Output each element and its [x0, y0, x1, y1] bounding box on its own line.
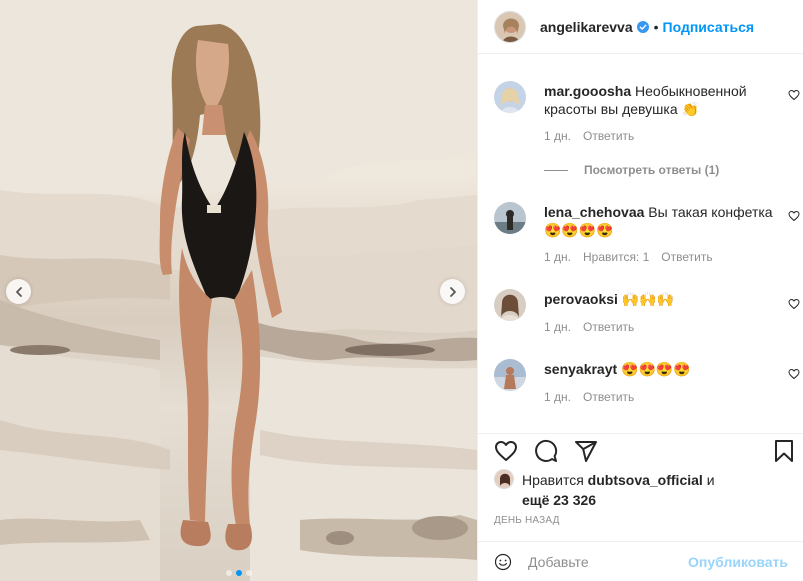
reply-button[interactable]: Ответить	[583, 129, 634, 143]
comment-likes-count[interactable]: Нравится: 1	[583, 250, 649, 264]
commenter-avatar[interactable]	[494, 81, 526, 113]
comment-like-heart-icon[interactable]	[788, 298, 800, 310]
likes-prefix: Нравится	[522, 472, 584, 488]
commenter-avatar[interactable]	[494, 202, 526, 234]
view-replies-button[interactable]: Посмотреть ответы (1)	[544, 163, 719, 177]
add-comment-bar: Опубликовать	[478, 541, 803, 581]
comment-like-heart-icon[interactable]	[788, 210, 800, 222]
carousel-dot-active	[236, 570, 242, 576]
reply-button[interactable]: Ответить	[583, 390, 634, 404]
likes-count[interactable]: ещё 23 326	[522, 492, 596, 508]
comment-body: perovaoksi 🙌🙌🙌	[544, 290, 780, 308]
heart-icon[interactable]	[494, 439, 518, 463]
comment-like-heart-icon[interactable]	[788, 89, 800, 101]
comment-text: 🙌🙌🙌	[621, 291, 675, 307]
view-replies-line	[544, 169, 568, 171]
carousel-next-button[interactable]	[440, 279, 465, 304]
comment-like-heart-icon[interactable]	[788, 368, 800, 380]
carousel-prev-button[interactable]	[6, 279, 31, 304]
comment-time: 1 дн.	[544, 320, 571, 334]
comment-body: senyakrayt 😍😍😍😍	[544, 360, 780, 378]
liker-username[interactable]: dubtsova_official	[588, 472, 703, 488]
verified-badge-icon	[636, 20, 649, 33]
comment-username[interactable]: perovaoksi	[544, 291, 618, 307]
comment-meta: 1 дн. Нравится: 1 Ответить	[544, 250, 713, 264]
header-separator: •	[653, 18, 659, 35]
comment-meta: 1 дн. Ответить	[544, 129, 634, 143]
post-date: ДЕНЬ НАЗАД	[494, 515, 560, 526]
comment-time: 1 дн.	[544, 390, 571, 404]
likes-summary[interactable]: Нравится dubtsova_official и ещё 23 326	[494, 469, 715, 509]
carousel-dot	[246, 570, 252, 576]
commenter-avatar[interactable]	[494, 289, 526, 321]
smile-icon[interactable]	[494, 550, 512, 574]
likes-conj: и	[706, 472, 715, 488]
comment-text: 😍😍😍😍	[621, 361, 691, 377]
comment-body: mar.gooosha Необыкновенной красоты вы де…	[544, 82, 780, 118]
commenter-avatar[interactable]	[494, 359, 526, 391]
post-photo[interactable]	[0, 0, 477, 581]
reply-button[interactable]: Ответить	[661, 250, 712, 264]
chevron-left-icon	[15, 286, 22, 297]
comment-body: lena_chehovaa Вы такая конфетка 😍😍😍😍	[544, 203, 780, 239]
comment-username[interactable]: senyakrayt	[544, 361, 617, 377]
chevron-right-icon	[449, 286, 456, 297]
comment-meta: 1 дн. Ответить	[544, 320, 634, 334]
publish-button[interactable]: Опубликовать	[688, 554, 788, 570]
author-username[interactable]: angelikarevva	[540, 19, 633, 35]
carousel-indicator	[226, 570, 252, 576]
comment-username[interactable]: mar.gooosha	[544, 83, 631, 99]
liker-avatar	[494, 469, 514, 490]
comment-time: 1 дн.	[544, 250, 571, 264]
comment-time: 1 дн.	[544, 129, 571, 143]
post-sidebar: angelikarevva • Подписаться mar.gooosha …	[477, 0, 803, 581]
comments-list[interactable]: mar.gooosha Необыкновенной красоты вы де…	[478, 55, 803, 433]
comment-input[interactable]	[528, 553, 689, 570]
author-avatar[interactable]	[494, 10, 526, 43]
post-actions: Нравится dubtsova_official и ещё 23 326 …	[478, 433, 803, 537]
post-header: angelikarevva • Подписаться	[478, 0, 803, 54]
share-icon[interactable]	[574, 439, 598, 463]
comment-icon[interactable]	[534, 439, 558, 463]
carousel-dot	[226, 570, 232, 576]
comment-username[interactable]: lena_chehovaa	[544, 204, 644, 220]
bookmark-icon[interactable]	[772, 439, 796, 463]
comment-meta: 1 дн. Ответить	[544, 390, 634, 404]
view-replies-label: Посмотреть ответы (1)	[584, 163, 720, 177]
reply-button[interactable]: Ответить	[583, 320, 634, 334]
follow-button[interactable]: Подписаться	[663, 19, 755, 35]
photo-image	[0, 0, 477, 581]
